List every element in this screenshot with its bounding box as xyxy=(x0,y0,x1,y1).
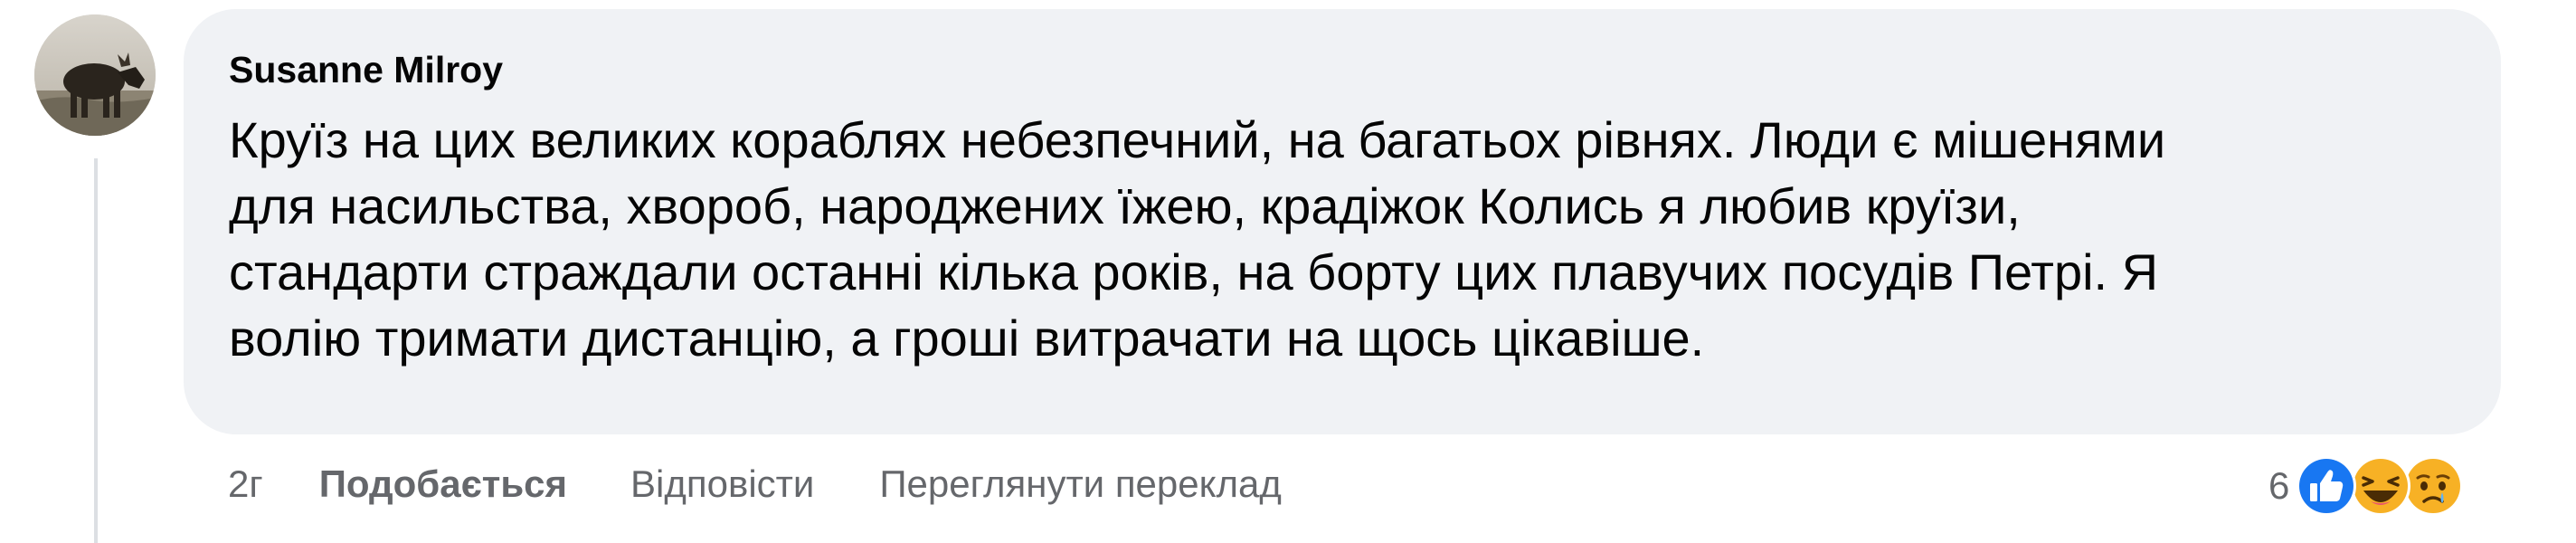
comment-line: Круїз на цих великих кораблях небезпечни… xyxy=(229,111,2166,168)
comment-text: Круїз на цих великих кораблях небезпечни… xyxy=(229,107,2463,371)
comment-line: стандарти страждали останні кілька років… xyxy=(229,243,2159,300)
thread-line xyxy=(94,158,98,543)
haha-icon xyxy=(2351,456,2411,516)
avatar[interactable] xyxy=(34,14,156,136)
reaction-icons xyxy=(2295,452,2476,519)
comment-line: для насильства, хвороб, народжених їжею,… xyxy=(229,177,2021,234)
comment-timestamp[interactable]: 2г xyxy=(228,462,263,506)
see-translation-button[interactable]: Переглянути переклад xyxy=(879,462,1282,506)
comment-line: волію тримати дистанцію, а гроші витрача… xyxy=(229,310,1705,367)
reply-button[interactable]: Відповісти xyxy=(630,462,814,506)
comment-actions: 2г Подобається Відповісти Переглянути пе… xyxy=(228,457,1282,511)
reaction-count: 6 xyxy=(2268,464,2290,507)
comment-author[interactable]: Susanne Milroy xyxy=(229,49,503,91)
like-button[interactable]: Подобається xyxy=(319,462,567,506)
comment-container: Susanne Milroy Круїз на цих великих кора… xyxy=(0,0,2576,543)
avatar-moose-image xyxy=(34,14,156,136)
like-icon xyxy=(2297,456,2357,516)
reactions-summary[interactable]: 6 xyxy=(2268,452,2476,519)
comment-bubble: Susanne Milroy Круїз на цих великих кора… xyxy=(184,9,2501,434)
